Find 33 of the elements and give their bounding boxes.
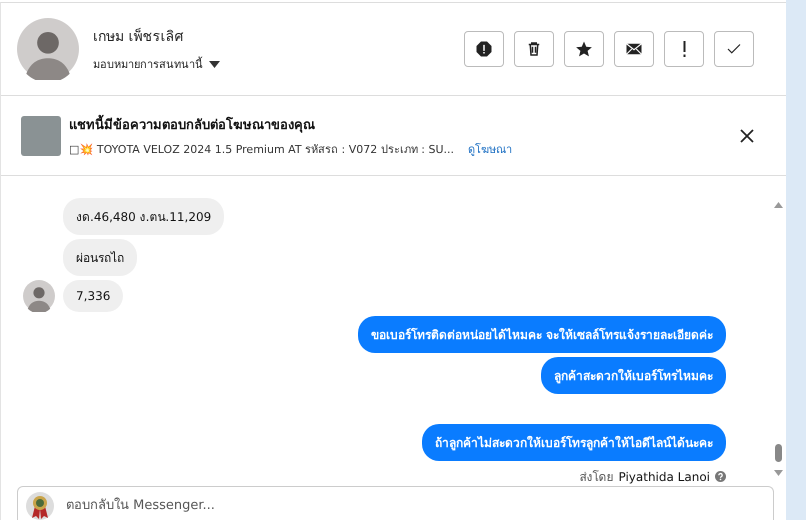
exclamation-icon [682, 41, 686, 57]
scroll-down-icon[interactable] [774, 470, 782, 476]
envelope-button[interactable] [614, 31, 654, 67]
ribbon-badge-icon [26, 492, 54, 520]
caret-icon [209, 60, 220, 68]
sent-message: ลูกค้าสะดวกให้เบอร์โทรไหมคะ [541, 357, 726, 394]
received-message: ผ่อนรถไถ [63, 239, 137, 276]
alert-button[interactable] [464, 31, 504, 67]
sent-message: ขอเบอร์โทรติดต่อหน่อยได้ไหมคะ จะให้เซลล์โทรแจ้งรายละเอียดค่ะ [358, 316, 726, 353]
alert-icon [475, 40, 493, 58]
trash-button[interactable] [514, 31, 554, 67]
contact-name: เกษม เพ็ชรเลิศ [93, 26, 184, 47]
ad-notice-title: แชทนี้มีข้อความตอบกลับต่อโฆษณาของคุณ [69, 114, 728, 134]
received-message: งด.46,480 ง.ตน.11,209 [63, 198, 224, 235]
check-button[interactable] [714, 31, 754, 67]
close-icon [740, 128, 754, 142]
sender-name: Piyathida Lanoi [618, 470, 710, 484]
sent-by-label: ส่งโดย [579, 469, 614, 486]
scroll-up-icon[interactable] [774, 202, 782, 208]
reply-box[interactable]: ตอบกลับใน Messenger... [17, 486, 774, 520]
scroll-thumb[interactable] [774, 444, 782, 462]
sent-message: ถ้าลูกค้าไม่สะดวกให้เบอร์โทรลูกค้าให้ไอดีไลน์ได้นะคะ [422, 424, 726, 461]
ad-description: □💥 TOYOTA VELOZ 2024 1.5 Premium AT รหัสรถ : V072 ประเภท : SU... [69, 142, 454, 158]
received-message: 7,336 [63, 280, 124, 312]
star-button[interactable] [564, 31, 604, 67]
ad-thumbnail [21, 116, 61, 156]
view-ad-link[interactable]: ดูโฆษณา [468, 140, 512, 158]
star-icon [575, 40, 593, 58]
avatar [17, 18, 79, 80]
sender-avatar [23, 280, 55, 312]
help-icon[interactable] [715, 471, 726, 482]
assign-dropdown[interactable]: มอบหมายการสนทนานี้ [93, 55, 220, 73]
reply-field[interactable]: ตอบกลับใน Messenger... [64, 497, 765, 514]
